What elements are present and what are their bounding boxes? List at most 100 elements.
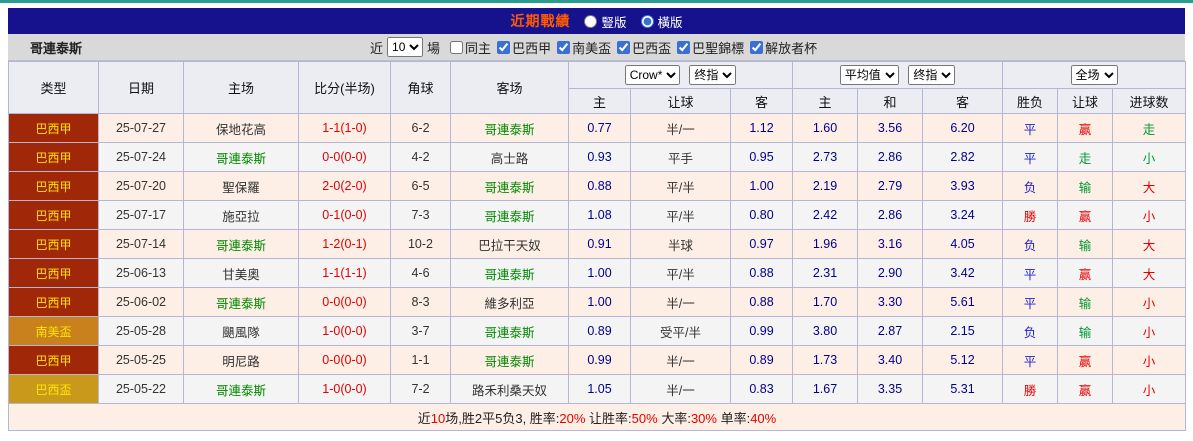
- result-scope-group-header: 全场: [1003, 62, 1186, 89]
- result-goals: 小: [1113, 143, 1186, 172]
- away-team: 巴拉干天奴: [451, 230, 569, 259]
- summary-stat-label: 近: [418, 411, 431, 426]
- asia-handicap: 半球: [631, 230, 731, 259]
- summary-stat-label: 大率:: [658, 411, 691, 426]
- match-date: 25-07-14: [99, 230, 184, 259]
- filter-checkbox[interactable]: [450, 41, 463, 54]
- filter-同主[interactable]: 同主: [450, 38, 491, 57]
- near-label: 近: [370, 38, 383, 57]
- filter-checkbox[interactable]: [677, 41, 690, 54]
- filter-checkbox[interactable]: [557, 41, 570, 54]
- result-handicap: 输: [1058, 288, 1113, 317]
- filter-label: 巴西盃: [632, 38, 671, 57]
- asia-bookmaker-select[interactable]: Crow*: [625, 65, 680, 85]
- sub-col-result-handicap: 让球: [1058, 89, 1113, 114]
- league-badge: 巴西甲: [9, 259, 99, 288]
- euro-away-odds: 2.15: [923, 317, 1003, 346]
- corners: 3-7: [391, 317, 451, 346]
- result-outcome: 平: [1003, 114, 1058, 143]
- corners: 10-2: [391, 230, 451, 259]
- asia-handicap: 半/一: [631, 114, 731, 143]
- asia-away-odds: 0.88: [731, 259, 793, 288]
- match-count-select[interactable]: 10: [387, 37, 423, 57]
- asia-away-odds: 0.95: [731, 143, 793, 172]
- asia-away-odds: 1.12: [731, 114, 793, 143]
- euro-stage-select[interactable]: 终指: [908, 65, 955, 85]
- result-goals: 大: [1113, 230, 1186, 259]
- euro-draw-odds: 3.35: [858, 375, 923, 404]
- score: 1-1(1-0): [299, 114, 391, 143]
- asia-stage-select[interactable]: 终指: [689, 65, 736, 85]
- result-outcome: 勝: [1003, 201, 1058, 230]
- league-badge: 巴西甲: [9, 114, 99, 143]
- result-outcome: 负: [1003, 172, 1058, 201]
- result-goals: 小: [1113, 317, 1186, 346]
- euro-home-odds: 2.73: [793, 143, 858, 172]
- summary-stat-value: 40%: [750, 411, 776, 426]
- result-handicap: 输: [1058, 230, 1113, 259]
- layout-option-horizontal[interactable]: 橫版: [641, 12, 683, 31]
- score: 1-2(0-1): [299, 230, 391, 259]
- euro-home-odds: 1.67: [793, 375, 858, 404]
- filter-checkbox[interactable]: [497, 41, 510, 54]
- filter-南美盃[interactable]: 南美盃: [557, 38, 611, 57]
- result-handicap: 输: [1058, 317, 1113, 346]
- asia-home-odds: 1.08: [569, 201, 631, 230]
- result-goals: 小: [1113, 201, 1186, 230]
- match-row: 南美盃25-05-28颶風隊1-0(0-0)3-7哥連泰斯0.89受平/半0.9…: [9, 317, 1186, 346]
- asia-handicap: 受平/半: [631, 317, 731, 346]
- away-team: 哥連泰斯: [451, 317, 569, 346]
- summary-stat-value: 10: [431, 411, 445, 426]
- euro-home-odds: 1.96: [793, 230, 858, 259]
- result-goals: 走: [1113, 114, 1186, 143]
- match-row: 巴西甲25-05-25明尼路0-0(0-0)1-1哥連泰斯0.99半/一0.89…: [9, 346, 1186, 375]
- euro-home-odds: 1.60: [793, 114, 858, 143]
- home-team: 哥連泰斯: [184, 375, 299, 404]
- home-team: 施亞拉: [184, 201, 299, 230]
- match-row: 巴西甲25-06-13甘美奧1-1(1-1)4-6哥連泰斯1.00平/半0.88…: [9, 259, 1186, 288]
- match-date: 25-05-22: [99, 375, 184, 404]
- match-date: 25-07-17: [99, 201, 184, 230]
- league-badge: 巴西甲: [9, 172, 99, 201]
- corners: 1-1: [391, 346, 451, 375]
- summary-row: 近10场,胜2平5负3, 胜率:20% 让胜率:50% 大率:30% 单率:40…: [9, 404, 1186, 431]
- home-team: 明尼路: [184, 346, 299, 375]
- layout-option-vertical[interactable]: 豎版: [584, 12, 626, 31]
- filter-checkbox[interactable]: [750, 41, 763, 54]
- result-goals: 小: [1113, 375, 1186, 404]
- match-row: 巴西甲25-07-24哥連泰斯0-0(0-0)4-2高士路0.93平手0.952…: [9, 143, 1186, 172]
- result-scope-select[interactable]: 全场: [1071, 65, 1118, 85]
- asia-home-odds: 0.89: [569, 317, 631, 346]
- filter-label: 巴聖錦標: [692, 38, 744, 57]
- filter-解放者杯[interactable]: 解放者杯: [750, 38, 817, 57]
- score: 0-0(0-0): [299, 346, 391, 375]
- asia-away-odds: 0.97: [731, 230, 793, 259]
- euro-draw-odds: 2.86: [858, 201, 923, 230]
- match-row: 巴西甲25-07-17施亞拉0-1(0-0)7-3哥連泰斯1.08平/半0.80…: [9, 201, 1186, 230]
- filter-巴西盃[interactable]: 巴西盃: [617, 38, 671, 57]
- sub-col-euro-away: 客: [923, 89, 1003, 114]
- col-header-type: 类型: [9, 62, 99, 114]
- league-badge: 巴西甲: [9, 288, 99, 317]
- sub-col-asia-handicap: 让球: [631, 89, 731, 114]
- filter-巴聖錦標[interactable]: 巴聖錦標: [677, 38, 744, 57]
- horizontal-layout-radio[interactable]: [641, 15, 654, 28]
- league-badge: 巴西甲: [9, 346, 99, 375]
- filter-巴西甲[interactable]: 巴西甲: [497, 38, 551, 57]
- league-badge: 巴西甲: [9, 201, 99, 230]
- asia-home-odds: 0.91: [569, 230, 631, 259]
- summary-stat-label: 单率:: [717, 411, 750, 426]
- euro-bookmaker-select[interactable]: 平均值: [840, 65, 899, 85]
- league-badge: 巴西甲: [9, 143, 99, 172]
- filter-checkbox[interactable]: [617, 41, 630, 54]
- filter-label: 南美盃: [572, 38, 611, 57]
- match-date: 25-07-20: [99, 172, 184, 201]
- filter-label: 解放者杯: [765, 38, 817, 57]
- vertical-layout-radio[interactable]: [584, 15, 597, 28]
- asia-handicap: 半/一: [631, 375, 731, 404]
- result-goals: 大: [1113, 172, 1186, 201]
- sub-col-euro-home: 主: [793, 89, 858, 114]
- away-team: 路禾利桑天奴: [451, 375, 569, 404]
- euro-away-odds: 5.31: [923, 375, 1003, 404]
- asia-odds-group-header: Crow* 终指: [569, 62, 793, 89]
